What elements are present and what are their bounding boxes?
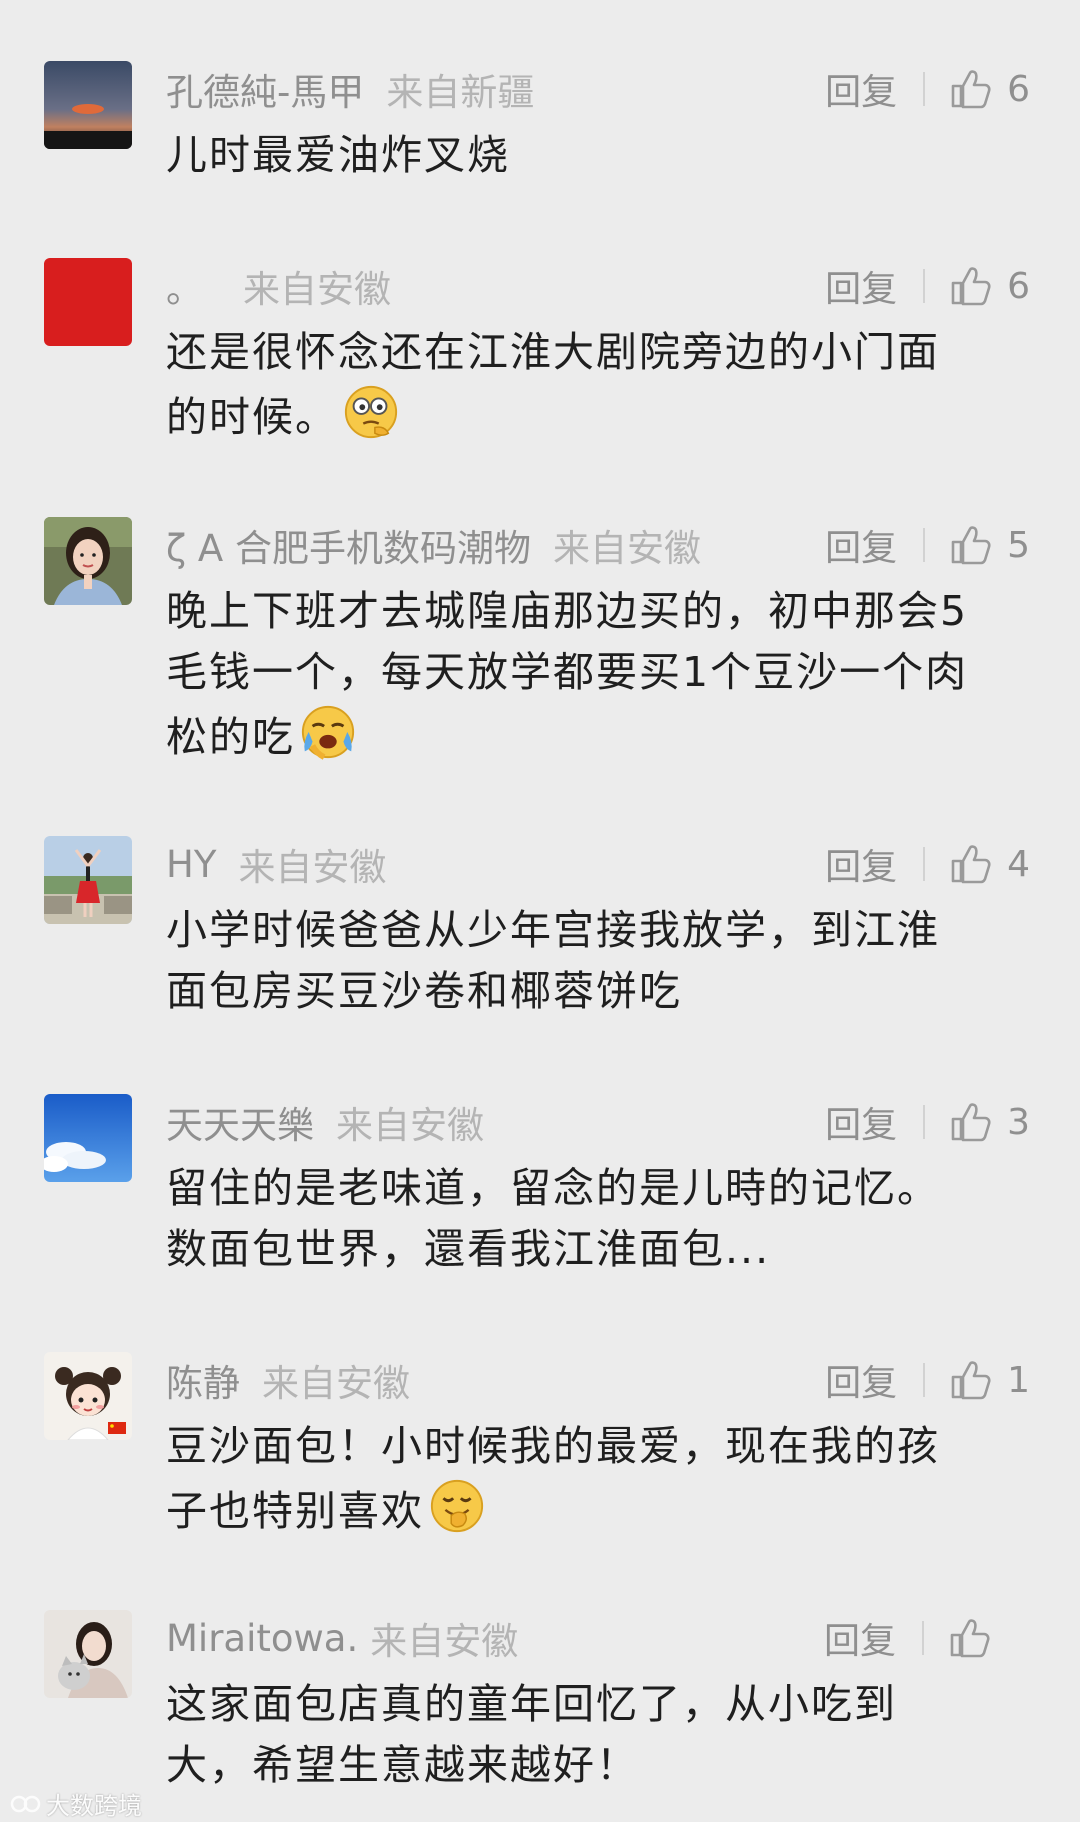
username[interactable]: 天天天樂 (166, 1095, 314, 1149)
comment-line: 留住的是老味道，留念的是儿時的记忆。 (166, 1164, 940, 1212)
username[interactable]: 陈静 (166, 1353, 240, 1407)
dancer-avatar-image (44, 836, 132, 924)
location-label: 来自安徽 (552, 527, 701, 570)
thumbs-up-icon (951, 70, 991, 109)
comment-line: 的时候。 (166, 393, 338, 441)
comment-line: 毛钱一个，每天放学都要买1个豆沙一个肉 (166, 648, 969, 696)
thinking-face-emoji (344, 385, 398, 439)
thumbs-up-icon (951, 845, 991, 884)
username[interactable]: ζ A 合肥手机数码潮物 (166, 518, 531, 572)
username[interactable]: Miraitowa. (166, 1617, 358, 1660)
sunset-avatar-image (44, 61, 132, 149)
like-button[interactable]: 6 (949, 67, 1030, 111)
like-count: 1 (1007, 1359, 1030, 1401)
divider (923, 847, 926, 881)
avatar[interactable] (44, 1094, 132, 1182)
comment-line: 豆沙面包！小时候我的最爱，现在我的孩 (166, 1422, 940, 1470)
comment-line: 大，希望生意越来越好！ (166, 1741, 639, 1789)
reply-button[interactable]: 回复 (825, 1354, 897, 1406)
comment-text: 这家面包店真的童年回忆了，从小吃到 大，希望生意越来越好！ (166, 1674, 1036, 1796)
divider (923, 72, 926, 106)
watermark-text: 大数跨境 (46, 1792, 142, 1820)
comment-text: 豆沙面包！小时候我的最爱，现在我的孩 子也特别喜欢 (166, 1416, 1036, 1542)
thumbs-up-icon (950, 1619, 990, 1658)
comment-text: 晚上下班才去城隍庙那边买的，初中那会5 毛钱一个，每天放学都要买1个豆沙一个肉 … (166, 581, 1036, 768)
location-label: 来自安徽 (262, 1362, 410, 1405)
like-button[interactable]: 1 (949, 1358, 1030, 1402)
comment-line: 儿时最爱油炸叉烧 (166, 131, 510, 179)
username[interactable]: 。 (166, 259, 203, 313)
watermark-logo-icon (10, 1795, 41, 1812)
location-label: 来自安徽 (370, 1620, 519, 1663)
like-button[interactable] (948, 1616, 1026, 1660)
thumbs-up-icon (951, 1361, 991, 1400)
red-square-avatar-image (44, 258, 132, 346)
comment-line: 面包房买豆沙卷和椰蓉饼吃 (166, 967, 682, 1015)
divider (922, 1621, 924, 1655)
divider (923, 1105, 926, 1139)
username[interactable]: 孔德純-馬甲 (166, 62, 364, 116)
comment-line: 松的吃 (166, 713, 295, 761)
crying-face-emoji (301, 705, 355, 760)
divider (923, 269, 926, 303)
like-button[interactable]: 4 (949, 842, 1030, 886)
comment-text: 留住的是老味道，留念的是儿時的记忆。 数面包世界，還看我江淮面包... (166, 1158, 1036, 1280)
like-count: 6 (1007, 68, 1030, 110)
reply-button[interactable]: 回复 (825, 260, 897, 312)
like-count: 5 (1007, 524, 1030, 566)
reply-button[interactable]: 回复 (825, 519, 897, 571)
like-button[interactable]: 6 (949, 264, 1030, 308)
comment-line: 晚上下班才去城隍庙那边买的，初中那会5 (166, 587, 969, 635)
reply-button[interactable]: 回复 (825, 1096, 897, 1148)
like-count: 3 (1007, 1101, 1030, 1143)
avatar[interactable] (44, 1352, 132, 1440)
giggle-face-emoji (430, 1479, 484, 1533)
comment-line: 这家面包店真的童年回忆了，从小吃到 (166, 1680, 897, 1728)
comment-text: 小学时候爸爸从少年宫接我放学，到江淮 面包房买豆沙卷和椰蓉饼吃 (166, 900, 1036, 1022)
avatar[interactable] (44, 1610, 132, 1698)
comment-line: 子也特别喜欢 (166, 1487, 424, 1535)
thumbs-up-icon (951, 267, 991, 306)
reply-button[interactable]: 回复 (825, 838, 897, 890)
avatar[interactable] (44, 517, 132, 605)
avatar[interactable] (44, 61, 132, 149)
location-label: 来自安徽 (238, 846, 387, 889)
comment-line: 数面包世界，還看我江淮面包... (166, 1225, 771, 1273)
avatar[interactable] (44, 258, 132, 346)
like-count: 6 (1007, 265, 1030, 307)
thumbs-up-icon (951, 526, 991, 565)
like-button[interactable]: 3 (949, 1100, 1030, 1144)
comment-line: 小学时候爸爸从少年宫接我放学，到江淮 (166, 906, 940, 954)
divider (923, 1363, 926, 1397)
location-label: 来自安徽 (336, 1104, 484, 1147)
blue-sky-avatar-image (44, 1094, 132, 1182)
username[interactable]: HY (166, 843, 216, 886)
watermark: 大数跨境 (10, 1786, 142, 1821)
reply-button[interactable]: 回复 (824, 1612, 896, 1664)
like-button[interactable]: 5 (949, 523, 1030, 567)
thumbs-up-icon (951, 1103, 991, 1142)
location-label: 来自安徽 (243, 268, 391, 311)
avatar[interactable] (44, 836, 132, 924)
location-label: 来自新疆 (386, 71, 535, 114)
girl-portrait-avatar-image (44, 517, 132, 605)
comment-text: 还是很怀念还在江淮大剧院旁边的小门面 的时候。 (166, 322, 1036, 448)
woman-cat-avatar-image (44, 1610, 132, 1698)
like-count: 4 (1007, 843, 1030, 885)
comment-line: 还是很怀念还在江淮大剧院旁边的小门面 (166, 328, 940, 376)
comment-text: 儿时最爱油炸叉烧 (166, 125, 1036, 186)
cartoon-girl-avatar-image (44, 1352, 132, 1440)
reply-button[interactable]: 回复 (825, 63, 897, 115)
divider (923, 528, 926, 562)
